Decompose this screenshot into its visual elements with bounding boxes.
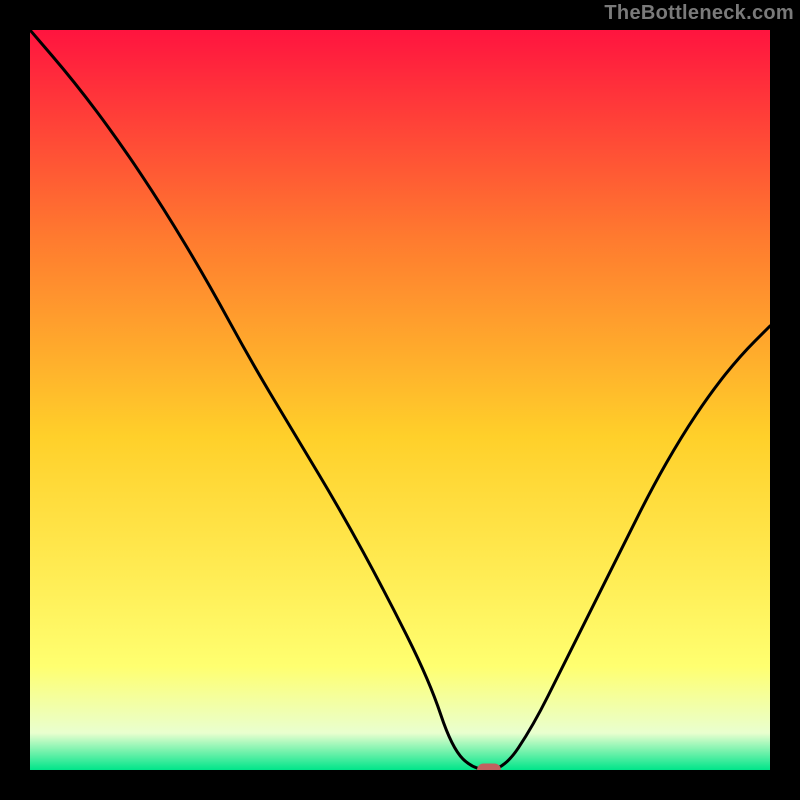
plot-area: [30, 30, 770, 770]
watermark-text: TheBottleneck.com: [604, 2, 794, 25]
chart-frame: TheBottleneck.com: [0, 0, 800, 800]
gradient-rect: [30, 30, 770, 770]
optimal-marker: [477, 764, 501, 771]
chart-svg: [30, 30, 770, 770]
